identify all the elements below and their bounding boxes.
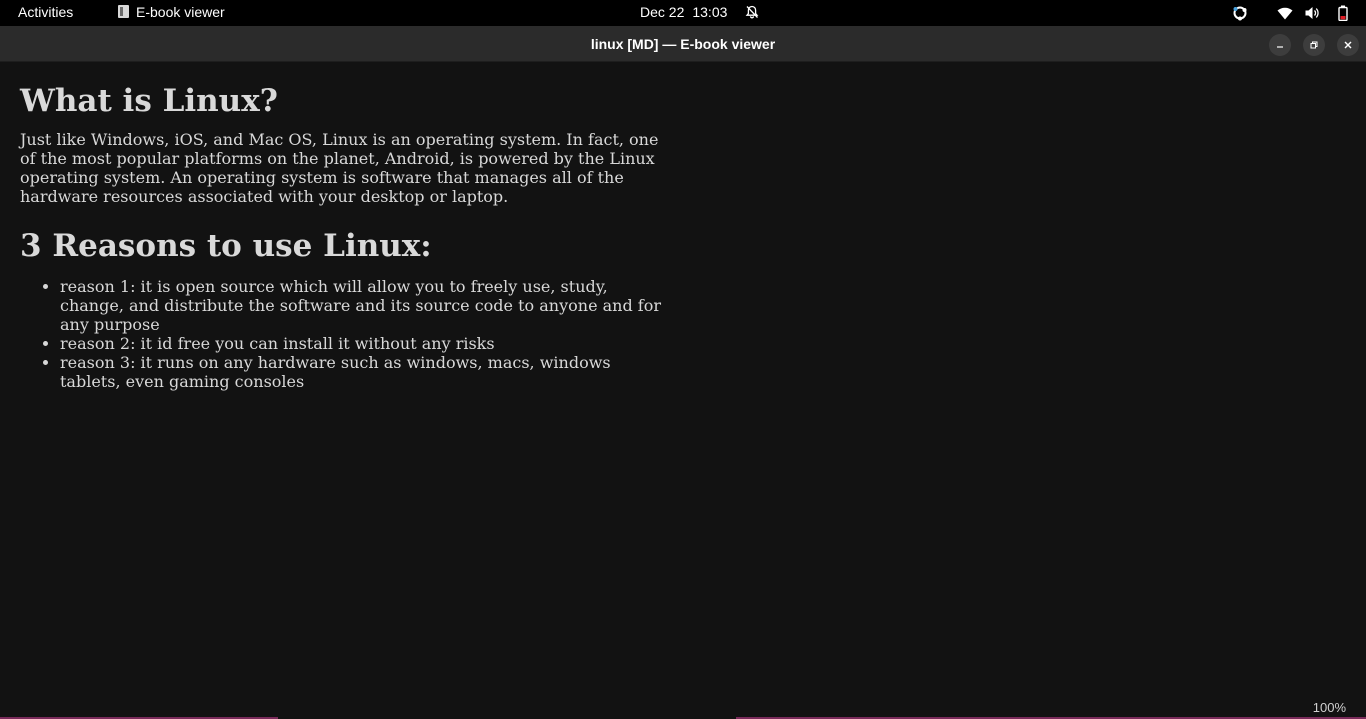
list-item: reason 3: it runs on any hardware such a… — [60, 353, 665, 391]
window-title: linux [MD] — E-book viewer — [590, 36, 776, 52]
list-item: reason 1: it is open source which will a… — [60, 277, 665, 334]
zoom-level: 100% — [1312, 700, 1346, 715]
top-bar: Activities E-book viewer Dec 22 13:03 — [0, 0, 1366, 26]
app-menu-button[interactable]: E-book viewer — [118, 4, 225, 20]
close-button[interactable] — [1337, 34, 1359, 56]
ubuntu-extension-icon[interactable] — [1232, 5, 1248, 21]
restore-icon — [1309, 40, 1319, 50]
maximize-button[interactable] — [1303, 34, 1325, 56]
wifi-icon[interactable] — [1277, 5, 1293, 21]
list-item: reason 2: it id free you can install it … — [60, 334, 665, 353]
battery-icon[interactable] — [1338, 5, 1348, 21]
bell-muted-icon — [745, 5, 759, 19]
minimize-icon — [1275, 40, 1285, 50]
clock-button[interactable]: Dec 22 13:03 — [640, 4, 759, 20]
window-titlebar[interactable]: linux [MD] — E-book viewer — [0, 26, 1366, 62]
minimize-button[interactable] — [1269, 34, 1291, 56]
heading-reasons: 3 Reasons to use Linux: — [20, 228, 432, 264]
ebook-viewer-icon — [118, 4, 129, 18]
intro-paragraph: Just like Windows, iOS, and Mac OS, Linu… — [20, 130, 659, 206]
time-label: 13:03 — [692, 4, 728, 20]
reasons-list: reason 1: it is open source which will a… — [20, 277, 665, 391]
activities-button[interactable]: Activities — [18, 4, 73, 20]
heading-what-is-linux: What is Linux? — [20, 83, 278, 119]
book-content: What is Linux? Just like Windows, iOS, a… — [20, 62, 665, 391]
close-icon — [1343, 40, 1353, 50]
date-label: Dec 22 — [640, 4, 685, 20]
app-menu-label: E-book viewer — [136, 4, 225, 20]
volume-icon[interactable] — [1304, 5, 1320, 21]
